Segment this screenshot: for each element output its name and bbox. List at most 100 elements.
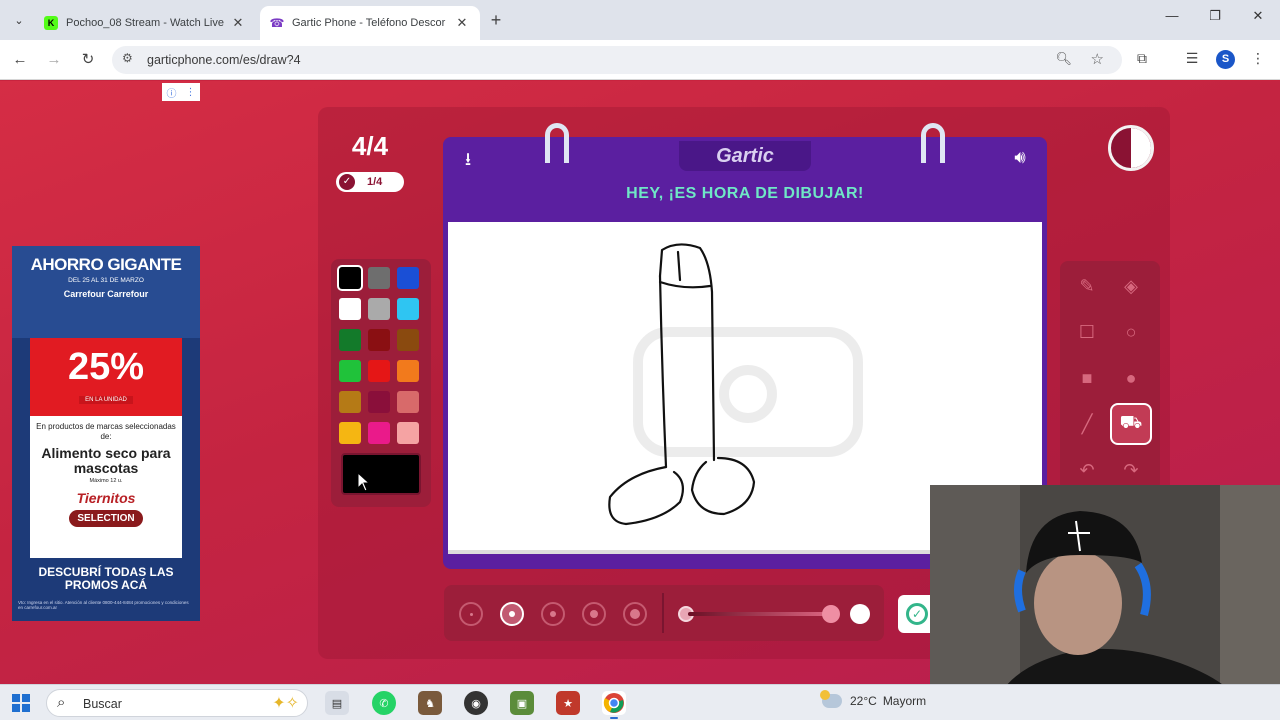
brush-size-4[interactable]	[582, 602, 606, 626]
color-swatch[interactable]	[339, 422, 361, 444]
back-arrow-icon[interactable]: ←	[9, 49, 31, 71]
draw-prompt: HEY, ¡ES HORA DE DIBUJAR!	[626, 185, 864, 202]
site-info-icon[interactable]: ⚙	[122, 51, 133, 65]
pencil-icon[interactable]: ✎	[1068, 267, 1106, 305]
color-swatch[interactable]	[339, 360, 361, 382]
color-swatch[interactable]	[339, 391, 361, 413]
ad-unit: EN LA UNIDAD	[79, 396, 133, 404]
browser-tab-bar: ⌄ K Pochoo_08 Stream - Watch Live ✕ ☎ Ga…	[0, 0, 1280, 40]
brush-size-5[interactable]	[623, 602, 647, 626]
tab-close-icon[interactable]: ✕	[454, 15, 470, 31]
new-tab-button[interactable]: +	[486, 10, 506, 30]
opacity-slider[interactable]	[688, 612, 838, 616]
ad-product: Alimento seco para mascotas	[41, 445, 171, 476]
fill-bucket-icon[interactable]: ⛟	[1112, 405, 1150, 443]
tab-stream[interactable]: K Pochoo_08 Stream - Watch Live ✕	[34, 6, 256, 40]
whatsapp-icon[interactable]: ✆	[372, 691, 396, 715]
address-bar-row: ← → ↻ ⚙ garticphone.com/es/draw?4 🔍︎ ☆ ⧉…	[0, 40, 1280, 80]
color-swatch[interactable]	[368, 422, 390, 444]
reload-icon[interactable]: ↻	[77, 49, 99, 71]
check-icon: ✓	[339, 174, 355, 190]
windows-start-icon[interactable]	[12, 694, 30, 712]
color-swatch[interactable]	[368, 329, 390, 351]
contrast-half-icon	[1131, 128, 1151, 168]
close-window-icon[interactable]: ✕	[1246, 8, 1270, 24]
color-swatch[interactable]	[397, 422, 419, 444]
url-field[interactable]: ⚙ garticphone.com/es/draw?4 🔍︎ ☆	[112, 46, 1122, 74]
ad-menu-icon[interactable]: ⋮	[186, 87, 196, 98]
brush-size-1[interactable]	[459, 602, 483, 626]
forward-arrow-icon[interactable]: →	[43, 49, 65, 71]
obs-icon[interactable]: ◉	[464, 691, 488, 715]
bookmark-star-icon[interactable]: ☆	[1091, 50, 1104, 68]
gartic-favicon-icon: ☎	[269, 16, 285, 30]
ellipse-outline-icon[interactable]: ○	[1112, 313, 1150, 351]
eraser-icon[interactable]: ◈	[1112, 267, 1150, 305]
color-swatch[interactable]	[397, 298, 419, 320]
ad-legal: Vto: Ingresa en el sitio. Atención al cl…	[18, 600, 189, 610]
url-text: garticphone.com/es/draw?4	[147, 53, 301, 67]
extensions-icon[interactable]: ⧉	[1132, 50, 1152, 67]
menu-kebab-icon[interactable]: ⋮	[1248, 50, 1268, 67]
brush-size-3[interactable]	[541, 602, 565, 626]
search-placeholder: Buscar	[83, 697, 122, 711]
undo-icon[interactable]: ↶	[1068, 451, 1106, 489]
color-swatch[interactable]	[368, 360, 390, 382]
color-swatch[interactable]	[397, 329, 419, 351]
user-sketch	[608, 243, 756, 526]
ad-headline: AHORRO GIGANTE	[30, 255, 182, 274]
contrast-toggle-button[interactable]	[1108, 125, 1154, 171]
minecraft-icon[interactable]: ▣	[510, 691, 534, 715]
ad-brand-selection: SELECTION	[69, 510, 143, 527]
tab-list-chevron-icon[interactable]: ⌄	[8, 9, 30, 31]
color-swatch[interactable]	[339, 267, 361, 289]
binder-ring-right	[921, 123, 945, 163]
game-app-icon[interactable]: ♞	[418, 691, 442, 715]
redo-icon[interactable]: ↷	[1112, 451, 1150, 489]
round-counter: 4/4	[351, 131, 389, 161]
weather-temp: 22°C	[850, 694, 877, 708]
color-swatch[interactable]	[397, 391, 419, 413]
board-header: ⭳ Gartic 🔊︎ HEY, ¡ES HORA DE DIBUJAR!	[443, 137, 1047, 219]
tab-close-icon[interactable]: ✕	[230, 15, 246, 31]
weather-cloud-icon	[820, 690, 842, 708]
tab-gartic[interactable]: ☎ Gartic Phone - Teléfono Descor ✕	[260, 6, 480, 40]
weather-widget[interactable]: 22°C Mayorm	[820, 690, 926, 708]
carrefour-ad[interactable]: AHORRO GIGANTE DEL 25 AL 31 DE MARZO Car…	[12, 246, 200, 621]
reading-list-icon[interactable]: ☰	[1182, 50, 1202, 67]
ellipse-filled-icon[interactable]: ●	[1112, 359, 1150, 397]
chrome-icon[interactable]	[602, 691, 626, 719]
ad-choices[interactable]: ⓘ ⋮	[162, 83, 200, 101]
color-swatch[interactable]	[368, 391, 390, 413]
color-swatch[interactable]	[368, 267, 390, 289]
windows-taskbar: ⌕ Buscar ✦✧ ▤ ✆ ♞ ◉ ▣ ★ 22°C Mayorm	[0, 684, 1280, 720]
opacity-max-icon	[850, 604, 870, 624]
ad-stores: Carrefour Carrefour	[63, 289, 149, 299]
profile-avatar[interactable]: S	[1216, 50, 1235, 69]
tab-title: Gartic Phone - Teléfono Descor	[292, 17, 446, 29]
tools-panel: ✎ ◈ ☐ ○ ■ ● ╱ ⛟ ↶ ↷	[1060, 261, 1160, 491]
minimize-icon[interactable]: —	[1160, 8, 1184, 23]
game-launcher-icon[interactable]: ★	[556, 691, 580, 715]
volume-icon[interactable]: 🔊︎	[1007, 147, 1033, 169]
brush-controls	[444, 585, 884, 641]
brush-size-2[interactable]	[500, 602, 524, 626]
taskbar-search[interactable]: ⌕ Buscar ✦✧	[46, 689, 308, 717]
ad-info-icon[interactable]: ⓘ	[167, 85, 177, 100]
color-swatch[interactable]	[339, 298, 361, 320]
ad-percent: 25%	[67, 346, 145, 388]
color-swatch[interactable]	[397, 267, 419, 289]
rectangle-outline-icon[interactable]: ☐	[1068, 313, 1106, 351]
ad-cta[interactable]: DESCUBRÍ TODAS LAS PROMOS ACÁ	[12, 558, 200, 592]
color-swatch[interactable]	[339, 329, 361, 351]
restore-icon[interactable]: ❐	[1203, 8, 1227, 24]
task-view-icon[interactable]: ▤	[325, 691, 349, 715]
color-swatch[interactable]	[397, 360, 419, 382]
color-swatch[interactable]	[368, 298, 390, 320]
download-icon[interactable]: ⭳	[457, 147, 479, 169]
opacity-slider-handle[interactable]	[822, 605, 840, 623]
rectangle-filled-icon[interactable]: ■	[1068, 359, 1106, 397]
line-icon[interactable]: ╱	[1068, 405, 1106, 443]
ad-brand-tiernitos: Tiernitos	[76, 490, 136, 506]
zoom-icon[interactable]: 🔍︎	[1055, 51, 1072, 67]
